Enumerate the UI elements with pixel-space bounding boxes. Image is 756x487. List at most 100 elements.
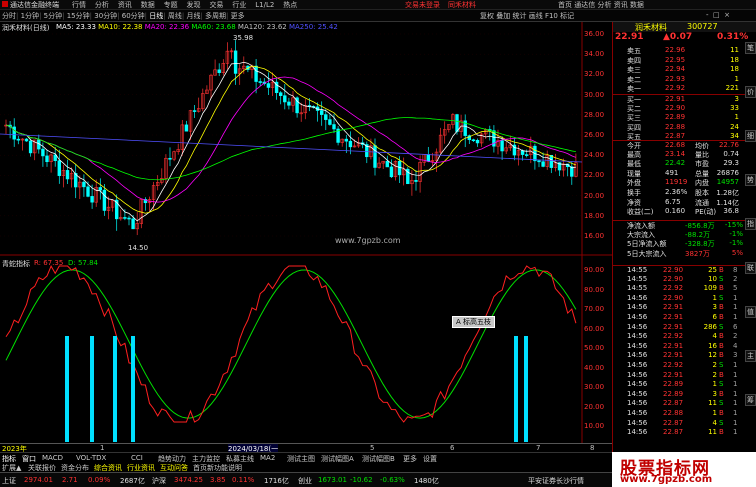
current-price: 22.91 [615,32,644,42]
indicator-axis-label: 30.00 [584,383,605,391]
menu-item[interactable]: 专题 [164,1,178,9]
tool-button[interactable]: 叠加 [496,12,510,20]
menu-item[interactable]: 数据 [141,1,155,9]
orderbook-row[interactable]: 卖三 22.94 18 [613,65,756,75]
top-link[interactable]: 资讯 [614,1,628,9]
tick-count: 8 [733,266,738,274]
tick-volume: 2 [712,361,717,369]
signal-bar [113,336,117,442]
stats-value: 1.14亿 [716,198,739,207]
orderbook-row[interactable]: 买二 22.90 33 [613,104,756,114]
indicator-tab[interactable]: MACD [42,454,63,462]
orderbook-label: 卖五 [627,47,641,55]
tick-price: 22.89 [663,389,684,398]
flow-pct: -1% [729,239,743,248]
top-link[interactable]: 数据 [630,1,644,9]
indicator-popup[interactable]: A 标高五枝 [452,316,496,328]
tick-row: 14:55 22.90 25 B 8 [613,265,756,275]
side-tab[interactable]: 细 [745,130,756,142]
top-link[interactable]: 分析 [597,1,611,9]
indicator-tab[interactable]: CCI [131,454,143,462]
period-tab[interactable]: 周线 [168,12,182,20]
stock-ad[interactable]: 同禾材料 [448,0,476,10]
orderbook-row[interactable]: 买四 22.88 24 [613,123,756,133]
minimize-icon[interactable]: - [706,11,709,19]
index-name[interactable]: 创业 [298,476,312,486]
login-status[interactable]: 交易未登录 [405,0,440,10]
candle-body [549,154,554,168]
top-link[interactable]: 首页 [558,1,572,9]
tick-count: 6 [733,322,738,331]
menu-item[interactable]: L1/L2 [255,1,274,9]
side-tab[interactable]: 价 [745,86,756,98]
tool-button[interactable]: 统计 [512,12,526,20]
stats-label: PE(动) [695,208,717,217]
indicator-tab[interactable]: VOL-TDX [76,454,106,462]
tool-button[interactable]: 标记 [560,12,574,20]
period-tab[interactable]: 更多 [231,12,245,20]
period-tab[interactable]: 月线 [186,12,200,20]
tool-button[interactable]: F10 [545,12,558,20]
menu-item[interactable]: 发现 [187,1,201,9]
side-tab[interactable]: 主 [745,350,756,362]
flow-value: -88.2万 [685,230,711,239]
tick-volume: 4 [712,418,717,427]
side-tab[interactable]: 筹 [745,394,756,406]
close-icon[interactable]: × [724,11,730,19]
index-name[interactable]: 上证 [2,476,16,486]
menu-item[interactable]: 热点 [283,1,297,9]
server-name[interactable]: 平安证券长沙行情 [528,476,584,486]
orderbook-row[interactable]: 卖一 22.92 221 [613,84,756,94]
period-tab[interactable]: 60分钟 [122,12,145,20]
candle-body [397,161,402,176]
orderbook-row[interactable]: 卖二 22.93 1 [613,75,756,85]
signal-bar [524,336,528,442]
candle-body [278,92,283,96]
tool-button[interactable]: 复权 [480,12,494,20]
orderbook-row[interactable]: 买一 22.91 3 [613,94,756,104]
tick-row: 14:56 22.91 6 B 1 [613,313,756,323]
index-name[interactable]: 沪深 [152,476,166,486]
title-bar: 通达信金融终端 行情 分析 资讯 数据 专题 发现 交易 行业 L1/L2 热点… [0,0,756,10]
period-tab[interactable]: 分时 [2,12,16,20]
top-link[interactable]: 通达信 [574,1,595,9]
orderbook-row[interactable]: 卖五 22.96 11 [613,46,756,56]
orderbook-price: 22.91 [665,95,686,103]
orderbook-row[interactable]: 买三 22.89 1 [613,113,756,123]
menu-item[interactable]: 分析 [95,1,109,9]
tick-direction: S [719,380,724,389]
side-tab[interactable]: 值 [745,306,756,318]
tool-button[interactable]: 画线 [529,12,543,20]
period-tab[interactable]: 1分钟 [21,12,39,20]
indicator-tab[interactable]: MA2 [260,454,275,462]
menu-item[interactable]: 资讯 [118,1,132,9]
ma-label: MA5: 23.33 [56,23,96,31]
menu-item[interactable]: 行情 [72,1,86,9]
maximize-icon[interactable]: □ [713,11,720,19]
side-tab[interactable]: 笔 [745,42,756,54]
price-axis-label: 22.00 [584,171,605,180]
tick-time: 14:56 [627,341,648,350]
side-tab[interactable]: 联 [745,262,756,274]
period-tab[interactable]: 5分钟 [44,12,62,20]
tick-direction: S [719,274,724,283]
tick-price: 22.89 [663,380,684,389]
tick-price: 22.87 [663,399,684,408]
period-tab[interactable]: 30分钟 [94,12,117,20]
menu-item[interactable]: 交易 [209,1,223,9]
period-tab[interactable]: 多周期 [205,12,226,20]
menu-item[interactable]: 行业 [232,1,246,9]
side-tab[interactable]: 指 [745,218,756,230]
period-tab-active[interactable]: 日线 [149,12,163,20]
orderbook-row[interactable]: 卖四 22.95 18 [613,56,756,66]
stats-label: 现量 [627,169,641,178]
tick-row: 14:55 22.92 109 B 5 [613,284,756,294]
kline-chart[interactable] [0,22,612,452]
tick-row: 14:56 22.88 1 B 1 [613,409,756,419]
index-change: 3.85 [210,476,226,484]
orderbook-volume: 18 [730,65,739,74]
period-tab[interactable]: 15分钟 [67,12,90,20]
tick-direction: S [719,293,724,302]
side-tab[interactable]: 势 [745,174,756,186]
chart-area[interactable]: 润禾材料(日线) MA5: 23.33 MA10: 22.38 MA20: 22… [0,22,612,454]
